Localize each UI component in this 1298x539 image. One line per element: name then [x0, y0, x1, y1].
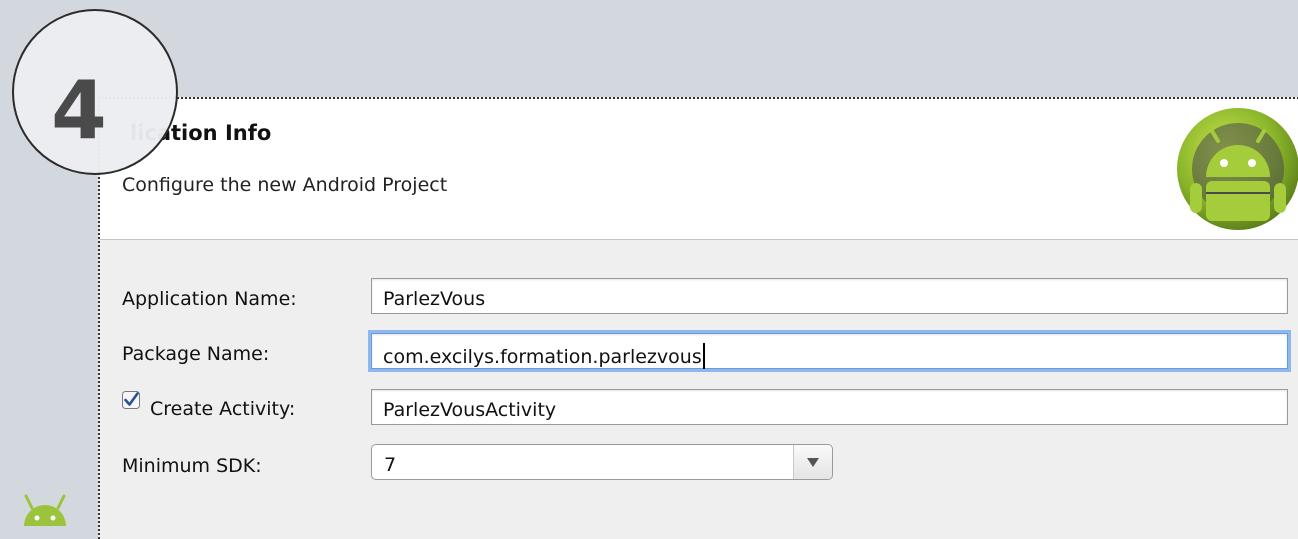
package-name-value: com.excilys.formation.parlezvous: [383, 346, 702, 368]
minimum-sdk-value: 7: [384, 454, 397, 476]
application-name-value: ParlezVous: [383, 288, 486, 310]
chevron-down-icon: [807, 458, 819, 467]
application-name-field[interactable]: ParlezVous: [371, 278, 1288, 314]
application-name-label: Application Name:: [122, 288, 297, 310]
android-logo-icon: [1177, 108, 1298, 230]
package-name-field[interactable]: com.excilys.formation.parlezvous: [371, 333, 1288, 369]
new-project-wizard: lication Info Configure the new Android …: [98, 97, 1298, 539]
android-robot-icon: [24, 494, 66, 526]
package-name-label: Package Name:: [122, 343, 270, 365]
dropdown-button[interactable]: [793, 445, 832, 479]
wizard-subtitle: Configure the new Android Project: [122, 174, 448, 196]
create-activity-label: Create Activity:: [150, 398, 296, 420]
step-number: 4: [51, 64, 107, 157]
step-badge: 4: [12, 9, 178, 175]
minimum-sdk-label: Minimum SDK:: [122, 455, 262, 477]
create-activity-value: ParlezVousActivity: [383, 399, 557, 421]
minimum-sdk-select[interactable]: 7: [371, 444, 833, 480]
checkbox-checked-icon[interactable]: [122, 391, 140, 409]
text-caret: [702, 343, 705, 369]
create-activity-field[interactable]: ParlezVousActivity: [371, 389, 1288, 425]
wizard-header: lication Info Configure the new Android …: [100, 99, 1298, 240]
